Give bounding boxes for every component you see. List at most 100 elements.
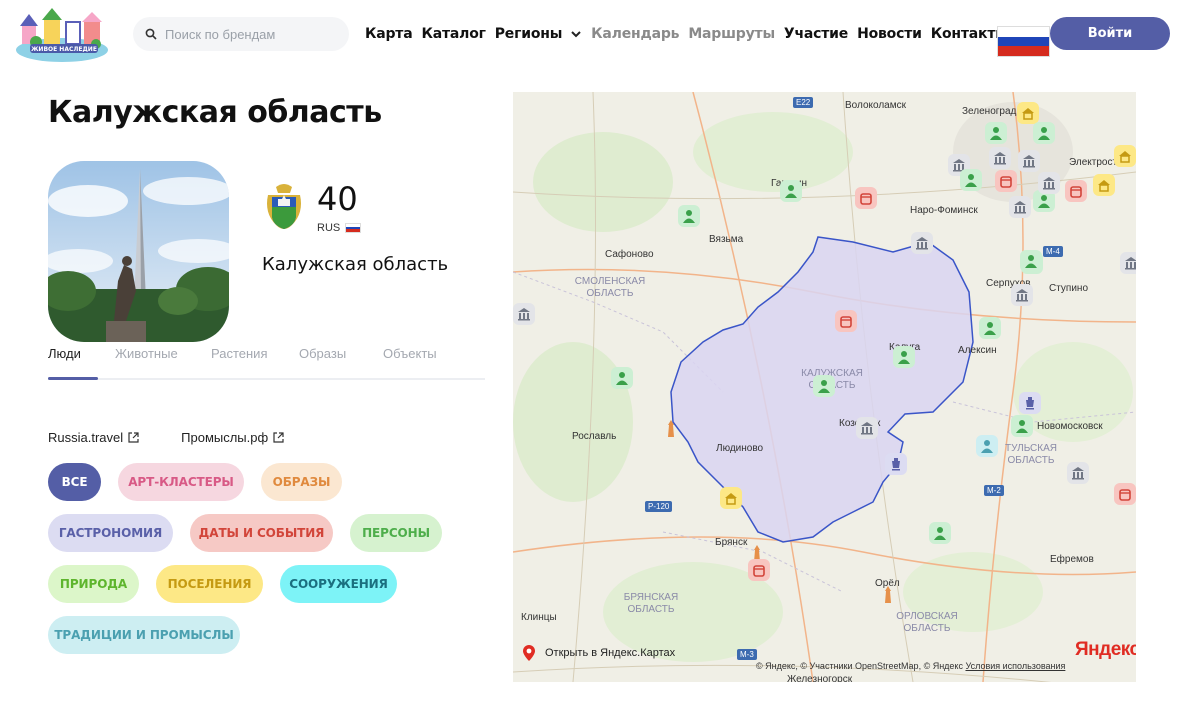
person-icon (1016, 420, 1028, 433)
map-marker[interactable] (877, 584, 899, 606)
language-flag[interactable] (997, 26, 1050, 57)
house-icon (725, 493, 737, 505)
map-marker[interactable] (660, 418, 682, 440)
flag-stripe-red (998, 46, 1049, 57)
tab-animals[interactable]: Животные (115, 346, 178, 361)
map-marker[interactable] (611, 367, 633, 389)
tab-images[interactable]: Образы (299, 346, 346, 361)
museum-icon (1023, 155, 1035, 168)
open-in-yandex-maps[interactable]: Открыть в Яндекс.Картах (523, 645, 675, 661)
region-label: ОРЛОВСКАЯ ОБЛАСТЬ (896, 611, 958, 634)
person-icon (990, 127, 1002, 140)
region-map[interactable]: Волоколамск Зеленоград Гагарин Наро-Фоми… (513, 92, 1136, 682)
nav-news[interactable]: Новости (857, 26, 922, 42)
map-marker[interactable] (1038, 172, 1060, 194)
road-sign: M-3 (737, 649, 757, 660)
nav-map[interactable]: Карта (365, 26, 413, 42)
map-marker[interactable] (855, 187, 877, 209)
chevron-down-icon[interactable] (569, 27, 583, 41)
map-marker[interactable] (678, 205, 700, 227)
house-icon (1098, 180, 1110, 192)
login-button[interactable]: Войти (1050, 17, 1170, 50)
map-marker[interactable] (856, 417, 878, 439)
map-marker[interactable] (780, 180, 802, 202)
city-label: Новомосковск (1037, 421, 1103, 432)
map-marker[interactable] (1011, 284, 1033, 306)
chip-structures[interactable]: СООРУЖЕНИЯ (280, 565, 397, 603)
search-input[interactable] (165, 26, 335, 42)
nav-calendar[interactable]: Календарь (591, 26, 679, 42)
mini-flag-icon (345, 223, 362, 233)
link-russia-travel[interactable]: Russia.travel (48, 430, 139, 445)
map-marker[interactable] (513, 303, 535, 325)
city-label: Ступино (1049, 283, 1088, 294)
map-marker[interactable] (1011, 415, 1033, 437)
calendar-icon (860, 193, 872, 205)
map-marker[interactable] (1065, 180, 1087, 202)
map-marker[interactable] (979, 317, 1001, 339)
map-marker[interactable] (1067, 462, 1089, 484)
map-marker[interactable] (989, 147, 1011, 169)
museum-icon (1125, 257, 1136, 270)
map-marker[interactable] (1114, 145, 1136, 167)
search-icon (145, 28, 157, 40)
map-marker[interactable] (960, 169, 982, 191)
chip-dates-events[interactable]: ДАТЫ И СОБЫТИЯ (190, 514, 333, 552)
logo-text: ЖИВОЕ НАСЛЕДИЕ (31, 46, 97, 53)
chip-traditions-crafts[interactable]: ТРАДИЦИИ И ПРОМЫСЛЫ (48, 616, 240, 654)
map-marker[interactable] (911, 232, 933, 254)
map-marker[interactable] (1114, 483, 1136, 505)
map-marker[interactable] (1017, 102, 1039, 124)
chip-images[interactable]: ОБРАЗЫ (261, 463, 342, 501)
chip-settlements[interactable]: ПОСЕЛЕНИЯ (156, 565, 263, 603)
chip-nature[interactable]: ПРИРОДА (48, 565, 139, 603)
map-marker[interactable] (1009, 196, 1031, 218)
road-sign: M-4 (1043, 246, 1063, 257)
yandex-logo[interactable]: Яндекс (1075, 639, 1136, 661)
museum-icon (518, 308, 530, 321)
link-promysly[interactable]: Промыслы.рф (181, 430, 284, 445)
map-marker[interactable] (1018, 150, 1040, 172)
external-links: Russia.travel Промыслы.рф (48, 430, 326, 445)
calendar-icon (840, 316, 852, 328)
map-marker[interactable] (813, 375, 835, 397)
chip-gastronomy[interactable]: ГАСТРОНОМИЯ (48, 514, 173, 552)
map-marker[interactable] (720, 487, 742, 509)
external-link-icon (128, 432, 139, 443)
terms-of-use-link[interactable]: Условия использования (965, 661, 1065, 671)
logo-icon[interactable]: ЖИВОЕ НАСЛЕДИЕ (14, 6, 110, 64)
map-marker[interactable] (929, 522, 951, 544)
map-marker[interactable] (1120, 252, 1136, 274)
map-marker[interactable] (1093, 174, 1115, 196)
map-marker[interactable] (835, 310, 857, 332)
city-label: Рославль (572, 431, 617, 442)
map-marker[interactable] (995, 170, 1017, 192)
nav-participation[interactable]: Участие (784, 26, 848, 42)
chip-all[interactable]: ВСЕ (48, 463, 101, 501)
map-attribution: © Яндекс, © Участники OpenStreetMap, © Я… (756, 661, 1065, 671)
city-label: Железногорск (787, 674, 853, 682)
person-icon (934, 527, 946, 540)
nav-regions[interactable]: Регионы (495, 26, 563, 42)
city-label: Вязьма (709, 234, 744, 245)
map-marker[interactable] (748, 559, 770, 581)
map-marker[interactable] (893, 346, 915, 368)
chip-persons[interactable]: ПЕРСОНЫ (350, 514, 442, 552)
region-label: ТУЛЬСКАЯ ОБЛАСТЬ (1005, 443, 1057, 466)
road-sign: P-120 (645, 501, 673, 512)
tab-people[interactable]: Люди (48, 346, 81, 361)
map-attribution-text: © Яндекс, © Участники OpenStreetMap, © Я… (756, 661, 963, 671)
map-marker[interactable] (1019, 392, 1041, 414)
nav-catalog[interactable]: Каталог (421, 26, 485, 42)
tab-plants[interactable]: Растения (211, 346, 268, 361)
tab-objects[interactable]: Объекты (383, 346, 437, 361)
search-box[interactable] (133, 17, 349, 51)
map-marker[interactable] (1033, 122, 1055, 144)
map-marker[interactable] (1020, 250, 1042, 272)
nav-routes[interactable]: Маршруты (688, 26, 775, 42)
map-marker[interactable] (976, 435, 998, 457)
person-icon (984, 322, 996, 335)
chip-art-clusters[interactable]: АРТ-КЛАСТЕРЫ (118, 463, 244, 501)
map-marker[interactable] (985, 122, 1007, 144)
map-marker[interactable] (885, 453, 907, 475)
